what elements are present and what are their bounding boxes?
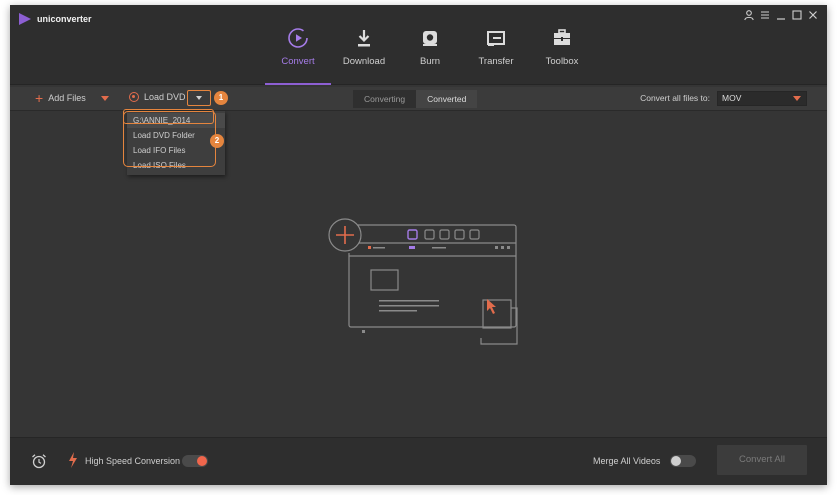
nav-convert-label: Convert [281,56,315,67]
brand: uniconverter [19,13,92,25]
chevron-down-icon [196,96,202,100]
top-bar: uniconverter Convert Download Burn Trans… [10,5,827,85]
toolbar: + Add Files Load DVD 1 Converting Conver… [10,87,827,111]
app-logo-icon [19,13,31,25]
tab-converting[interactable]: Converting [353,90,417,108]
output-format-select[interactable]: MOV [717,91,807,106]
transfer-icon [487,31,505,46]
load-dvd-label: Load DVD [144,92,186,102]
load-dvd-dropdown-toggle[interactable] [187,90,211,106]
highlight-box-menu [123,111,216,167]
add-files-button[interactable]: + Add Files [35,90,109,106]
view-tabs: Converting Converted [353,90,478,108]
annotation-badge-2: 2 [210,134,224,148]
maximize-icon[interactable] [791,9,803,21]
empty-state-illustration [328,218,518,345]
main-nav: Convert Download Burn Transfer Toolbox [265,5,595,85]
convert-all-button[interactable]: Convert All [717,445,807,475]
nav-toolbox-label: Toolbox [545,56,579,67]
merge-all-videos-label: Merge All Videos [593,456,661,466]
toggle-knob [671,456,681,466]
lightning-icon [68,452,78,471]
tab-converted[interactable]: Converted [416,90,478,108]
nav-burn-label: Burn [419,56,441,67]
add-files-label: Add Files [48,93,86,103]
plus-icon: + [35,90,44,106]
account-icon[interactable] [743,9,755,21]
nav-toolbox[interactable]: Toolbox [529,5,595,85]
nav-burn[interactable]: Burn [397,5,463,85]
annotation-badge-1: 1 [214,91,228,105]
toggle-knob [197,456,207,466]
nav-convert[interactable]: Convert [265,5,331,85]
close-icon[interactable] [807,9,819,21]
bottom-bar: High Speed Conversion Merge All Videos C… [10,437,827,485]
output-format-value: MOV [722,93,742,103]
load-dvd-button[interactable]: Load DVD [129,92,186,102]
download-icon [358,30,370,47]
nav-download[interactable]: Download [331,5,397,85]
app-name: uniconverter [37,14,92,24]
menu-icon[interactable] [759,9,771,21]
chevron-down-icon [793,96,801,101]
add-files-dropdown-icon[interactable] [100,95,109,101]
burn-icon [423,31,437,46]
convert-icon [288,28,308,48]
convert-all-to-label: Convert all files to: [640,93,710,103]
high-speed-conversion-toggle[interactable] [182,455,208,467]
nav-transfer-label: Transfer [478,56,514,67]
merge-all-videos-toggle[interactable] [670,455,696,467]
high-speed-conversion-label: High Speed Conversion [85,456,181,466]
alarm-clock-icon[interactable] [31,453,47,469]
window-controls [743,9,819,21]
dvd-icon [129,92,139,102]
nav-download-label: Download [342,56,386,67]
toolbox-icon [554,29,570,45]
nav-transfer[interactable]: Transfer [463,5,529,85]
app-window: uniconverter Convert Download Burn Trans… [10,5,827,485]
minimize-icon[interactable] [775,9,787,21]
